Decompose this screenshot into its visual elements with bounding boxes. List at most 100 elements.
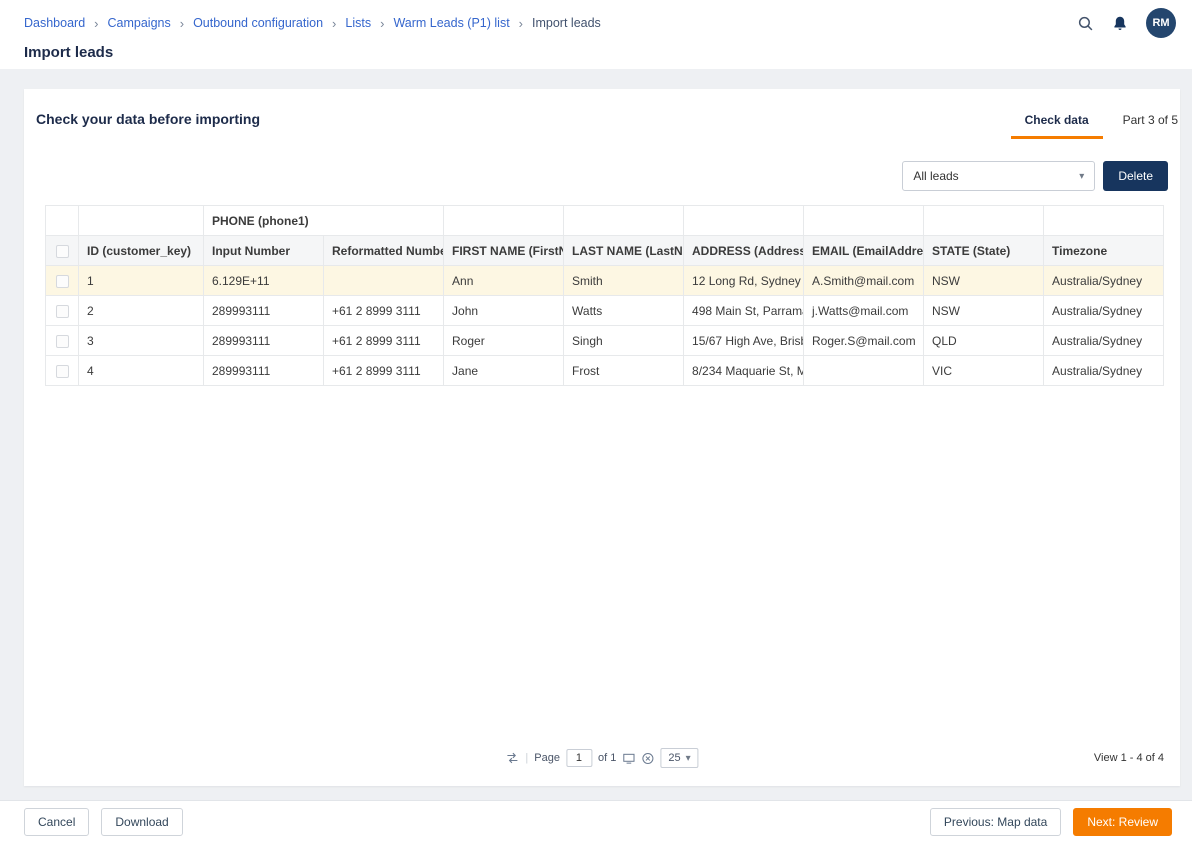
caret-down-icon: ▾ xyxy=(686,753,691,764)
row-checkbox-cell xyxy=(46,266,79,296)
cell-last-name: Singh xyxy=(564,326,684,356)
page-size-value: 25 xyxy=(668,752,680,764)
cell-last-name: Frost xyxy=(564,356,684,386)
wizard-tabs: Check data Part 3 of 5 xyxy=(1011,113,1180,139)
col-timezone[interactable]: Timezone xyxy=(1044,236,1164,266)
col-reformatted-number[interactable]: Reformatted Number xyxy=(324,236,444,266)
row-checkbox-cell xyxy=(46,296,79,326)
pager-of-label: of 1 xyxy=(598,752,616,764)
cell-input-number: 289993111 xyxy=(204,296,324,326)
leads-table: PHONE (phone1) ID (customer_key) Input N… xyxy=(45,205,1164,386)
cell-timezone: Australia/Sydney xyxy=(1044,296,1164,326)
cell-reformatted-number xyxy=(324,266,444,296)
cell-id: 2 xyxy=(79,296,204,326)
table-row[interactable]: 4 289993111 +61 2 8999 3111 Jane Frost 8… xyxy=(46,356,1164,386)
pager: | Page of 1 25 ▾ xyxy=(505,748,698,768)
row-checkbox-cell xyxy=(46,356,79,386)
cell-address: 8/234 Maquarie St, Melbourne xyxy=(684,356,804,386)
tab-check-data[interactable]: Check data xyxy=(1011,113,1103,139)
cell-first-name: Jane xyxy=(444,356,564,386)
import-check-card: Check your data before importing Check d… xyxy=(24,89,1180,786)
topbar: Dashboard › Campaigns › Outbound configu… xyxy=(0,0,1192,69)
group-header-empty xyxy=(46,206,79,236)
cell-state: QLD xyxy=(924,326,1044,356)
footer-right: Previous: Map data Next: Review xyxy=(930,808,1172,836)
cell-address: 498 Main St, Parramatta xyxy=(684,296,804,326)
group-header-empty xyxy=(804,206,924,236)
cell-email: A.Smith@mail.com xyxy=(804,266,924,296)
cell-last-name: Watts xyxy=(564,296,684,326)
cell-timezone: Australia/Sydney xyxy=(1044,266,1164,296)
breadcrumb-item-lists[interactable]: Lists xyxy=(345,16,371,30)
select-all-checkbox[interactable] xyxy=(56,245,69,258)
card-toolbar: All leads ▾ Delete xyxy=(24,139,1180,191)
breadcrumb-separator-icon: › xyxy=(94,17,98,30)
cell-state: VIC xyxy=(924,356,1044,386)
view-count: View 1 - 4 of 4 xyxy=(1094,752,1164,764)
cell-email xyxy=(804,356,924,386)
leads-table-wrap: PHONE (phone1) ID (customer_key) Input N… xyxy=(45,205,1163,386)
col-id[interactable]: ID (customer_key) xyxy=(79,236,204,266)
row-checkbox[interactable] xyxy=(56,335,69,348)
col-address[interactable]: ADDRESS (Address) xyxy=(684,236,804,266)
delete-button[interactable]: Delete xyxy=(1103,161,1168,191)
col-input-number[interactable]: Input Number xyxy=(204,236,324,266)
breadcrumb-item-import-leads: Import leads xyxy=(532,16,601,30)
breadcrumb-separator-icon: › xyxy=(519,17,523,30)
topbar-actions: RM xyxy=(1077,8,1176,38)
cell-address: 12 Long Rd, Sydney xyxy=(684,266,804,296)
footer-action-bar: Cancel Download Previous: Map data Next:… xyxy=(0,800,1192,842)
swap-columns-icon[interactable] xyxy=(505,751,519,765)
previous-map-data-button[interactable]: Previous: Map data xyxy=(930,808,1061,836)
cell-state: NSW xyxy=(924,266,1044,296)
cell-reformatted-number: +61 2 8999 3111 xyxy=(324,326,444,356)
cell-first-name: Ann xyxy=(444,266,564,296)
row-checkbox[interactable] xyxy=(56,305,69,318)
row-checkbox[interactable] xyxy=(56,365,69,378)
next-review-button[interactable]: Next: Review xyxy=(1073,808,1172,836)
breadcrumb-item-outbound-configuration[interactable]: Outbound configuration xyxy=(193,16,323,30)
table-row[interactable]: 1 6.129E+11 Ann Smith 12 Long Rd, Sydney… xyxy=(46,266,1164,296)
group-header-empty xyxy=(924,206,1044,236)
cell-timezone: Australia/Sydney xyxy=(1044,356,1164,386)
cell-first-name: Roger xyxy=(444,326,564,356)
page-size-select[interactable]: 25 ▾ xyxy=(660,748,698,768)
breadcrumb-item-warm-leads-list[interactable]: Warm Leads (P1) list xyxy=(393,16,509,30)
cell-input-number: 6.129E+11 xyxy=(204,266,324,296)
table-header-row: ID (customer_key) Input Number Reformatt… xyxy=(46,236,1164,266)
cell-id: 3 xyxy=(79,326,204,356)
pager-separator: | xyxy=(525,752,528,764)
breadcrumb-item-campaigns[interactable]: Campaigns xyxy=(108,16,171,30)
cell-timezone: Australia/Sydney xyxy=(1044,326,1164,356)
col-state[interactable]: STATE (State) xyxy=(924,236,1044,266)
search-icon[interactable] xyxy=(1077,15,1094,32)
cell-first-name: John xyxy=(444,296,564,326)
cell-last-name: Smith xyxy=(564,266,684,296)
notifications-icon[interactable] xyxy=(1112,15,1128,32)
clear-icon[interactable] xyxy=(641,752,654,765)
download-button[interactable]: Download xyxy=(101,808,182,836)
cell-state: NSW xyxy=(924,296,1044,326)
cell-reformatted-number: +61 2 8999 3111 xyxy=(324,296,444,326)
avatar[interactable]: RM xyxy=(1146,8,1176,38)
col-first-name[interactable]: FIRST NAME (FirstName) xyxy=(444,236,564,266)
breadcrumb-item-dashboard[interactable]: Dashboard xyxy=(24,16,85,30)
breadcrumb-separator-icon: › xyxy=(180,17,184,30)
footer-left: Cancel Download xyxy=(24,808,183,836)
row-checkbox[interactable] xyxy=(56,275,69,288)
display-icon[interactable] xyxy=(622,752,635,765)
breadcrumb-separator-icon: › xyxy=(332,17,336,30)
table-row[interactable]: 2 289993111 +61 2 8999 3111 John Watts 4… xyxy=(46,296,1164,326)
cell-id: 1 xyxy=(79,266,204,296)
group-header-empty xyxy=(79,206,204,236)
page-input[interactable] xyxy=(566,749,592,767)
card-header: Check your data before importing Check d… xyxy=(24,89,1180,139)
col-last-name[interactable]: LAST NAME (LastName) xyxy=(564,236,684,266)
table-row[interactable]: 3 289993111 +61 2 8999 3111 Roger Singh … xyxy=(46,326,1164,356)
cell-input-number: 289993111 xyxy=(204,356,324,386)
leads-filter-select[interactable]: All leads ▾ xyxy=(902,161,1095,191)
cell-email: j.Watts@mail.com xyxy=(804,296,924,326)
col-email[interactable]: EMAIL (EmailAddress) xyxy=(804,236,924,266)
cancel-button[interactable]: Cancel xyxy=(24,808,89,836)
main-content: Check your data before importing Check d… xyxy=(0,69,1192,786)
